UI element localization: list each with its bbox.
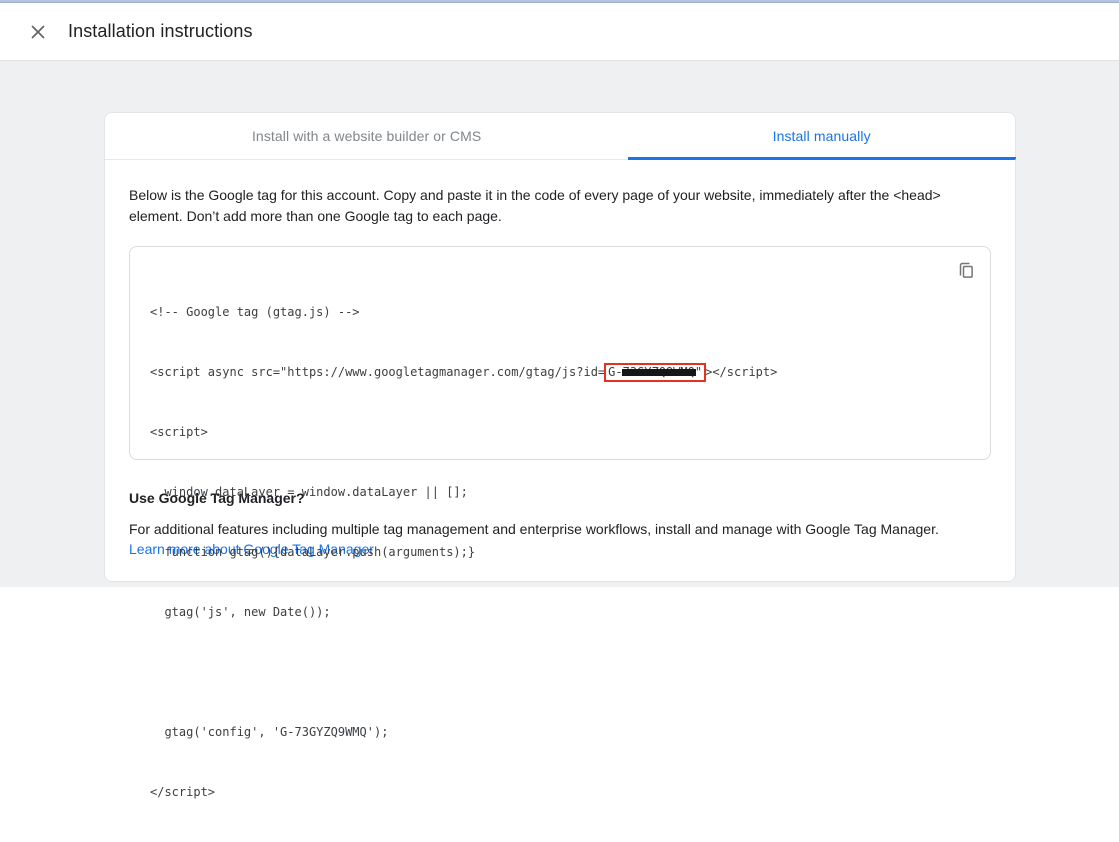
page-title: Installation instructions bbox=[68, 21, 253, 42]
code-text: ></script> bbox=[705, 365, 777, 379]
code-text: <script async src="https://www.googletag… bbox=[150, 365, 605, 379]
code-line: function gtag(){dataLayer.push(arguments… bbox=[150, 542, 970, 562]
close-icon bbox=[29, 23, 47, 41]
code-snippet: <!-- Google tag (gtag.js) --> <script as… bbox=[150, 262, 970, 842]
code-line: gtag('config', 'G-73GYZQ9WMQ'); bbox=[150, 722, 970, 742]
code-snippet-box: <!-- Google tag (gtag.js) --> <script as… bbox=[129, 246, 991, 460]
dialog-body: Install with a website builder or CMS In… bbox=[0, 61, 1119, 587]
tab-install-cms[interactable]: Install with a website builder or CMS bbox=[105, 113, 628, 159]
tab-bar: Install with a website builder or CMS In… bbox=[105, 113, 1015, 160]
close-button[interactable] bbox=[26, 20, 50, 44]
code-line: <!-- Google tag (gtag.js) --> bbox=[150, 302, 970, 322]
tab-install-manually-label: Install manually bbox=[773, 128, 871, 144]
code-line: window.dataLayer = window.dataLayer || [… bbox=[150, 482, 970, 502]
code-line bbox=[150, 662, 970, 682]
copy-icon bbox=[956, 261, 976, 281]
code-line: <script async src="https://www.googletag… bbox=[150, 362, 970, 382]
measurement-id-redacted: 73GYZQ9WMQ bbox=[623, 365, 695, 379]
tab-panel-install-manually: Below is the Google tag for this account… bbox=[105, 160, 1015, 559]
installation-card: Install with a website builder or CMS In… bbox=[104, 112, 1016, 582]
code-line: </script> bbox=[150, 782, 970, 802]
copy-button[interactable] bbox=[953, 259, 979, 285]
code-line: <script> bbox=[150, 422, 970, 442]
redaction-box: G-73GYZQ9WMQ" bbox=[604, 363, 706, 382]
tab-install-cms-label: Install with a website builder or CMS bbox=[252, 128, 481, 144]
measurement-id-prefix: G- bbox=[608, 365, 622, 379]
code-line: gtag('js', new Date()); bbox=[150, 602, 970, 622]
dialog-header: Installation instructions bbox=[0, 3, 1119, 61]
instructions-text: Below is the Google tag for this account… bbox=[129, 185, 991, 227]
tab-install-manually[interactable]: Install manually bbox=[628, 113, 1015, 159]
close-quote: " bbox=[695, 365, 702, 379]
